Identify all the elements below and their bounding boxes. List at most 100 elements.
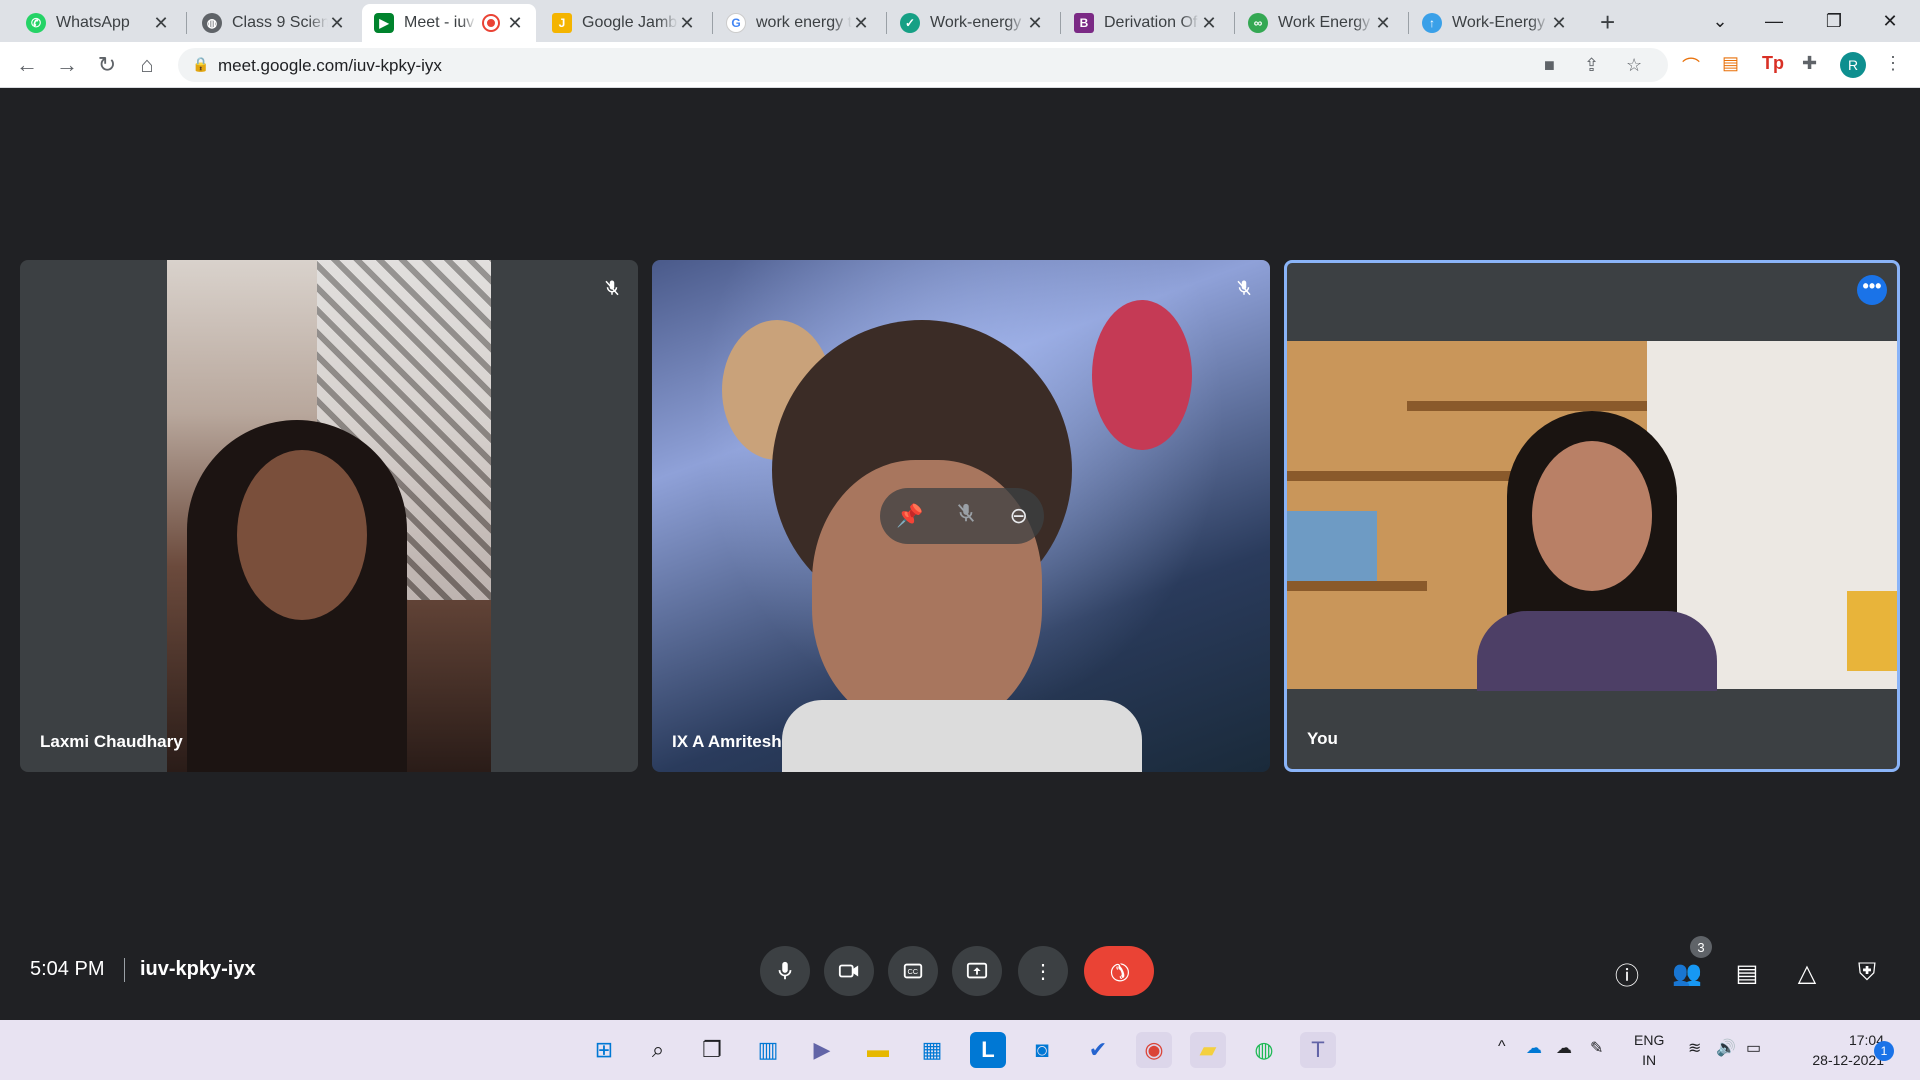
notification-badge[interactable]: 1 [1874,1041,1894,1061]
task-view-icon[interactable]: ❐ [694,1032,730,1068]
teams-chat-icon[interactable]: ▶ [804,1032,840,1068]
tab-work-energy-3[interactable]: ↑ Work-Energy ✕ [1410,4,1580,42]
restore-button[interactable]: ❐ [1806,0,1862,42]
more-options-button[interactable]: ⋮ [1018,946,1068,996]
battery-icon[interactable]: ▭ [1746,1038,1761,1058]
tab-separator [886,12,887,34]
close-icon[interactable]: ✕ [328,13,346,34]
participant-tile-amritesh[interactable]: 📌 ⊖ IX A Amritesh [652,260,1270,772]
camera-app-icon[interactable]: ◙ [1024,1032,1060,1068]
close-icon[interactable]: ✕ [678,13,696,34]
microsoft-teams-icon[interactable]: T [1300,1032,1336,1068]
back-button[interactable]: ← [12,50,42,80]
shirt-shape [782,700,1142,772]
sticky-notes-icon[interactable]: ▰ [1190,1032,1226,1068]
spotify-icon[interactable]: ◍ [1246,1032,1282,1068]
camera-button[interactable] [824,946,874,996]
file-explorer-icon[interactable]: ▬ [860,1032,896,1068]
todo-check-icon[interactable]: ✔ [1080,1032,1116,1068]
microsoft-store-icon[interactable]: ▦ [914,1032,950,1068]
end-call-button[interactable]: ✆ [1084,946,1154,996]
search-icon[interactable]: ⌕ [640,1032,676,1068]
mic-off-icon [1230,274,1258,302]
tab-work-energy-1[interactable]: ✓ Work-energy ✕ [888,4,1056,42]
mute-participant-icon[interactable] [955,502,977,530]
tab-title: Meet - iuv [404,14,475,31]
start-windows-icon[interactable]: ⊞ [586,1032,622,1068]
video-camera-icon [838,964,859,978]
recording-icon [484,16,498,30]
browser-menu-icon[interactable]: ⋮ [1884,53,1902,74]
camera-icon[interactable]: ■ [1544,55,1555,76]
minimize-button[interactable]: — [1746,0,1802,42]
lock-icon: 🔒 [192,56,210,72]
pen-input-icon[interactable]: ✎ [1590,1038,1603,1058]
new-tab-button[interactable]: + [1600,7,1615,38]
close-icon[interactable]: ✕ [506,13,524,34]
system-clock[interactable]: 17:04 28-12-2021 [1784,1030,1884,1070]
address-bar[interactable]: 🔒 meet.google.com/iuv-kpky-iyx ■ ⇪ ☆ [178,48,1668,82]
cloud-sync-icon[interactable]: ☁ [1556,1038,1572,1058]
close-icon[interactable]: ✕ [1374,13,1392,34]
present-icon [966,962,988,979]
meeting-details-button[interactable]: ⓘ [1610,956,1644,990]
close-icon[interactable]: ✕ [1550,13,1568,34]
tab-google-search[interactable]: G work energy tl ✕ [714,4,882,42]
region-code: IN [1642,1052,1657,1068]
mic-off-icon [598,274,626,302]
chat-icon: ▤ [1735,959,1759,987]
onedrive-cloud-icon[interactable]: ☁ [1526,1038,1542,1058]
participant-tile-you[interactable]: ••• You [1284,260,1900,772]
bookmark-star-icon[interactable]: ☆ [1626,55,1642,76]
microphone-button[interactable] [760,946,810,996]
participant-tile-laxmi[interactable]: Laxmi Chaudhary [20,260,638,772]
close-icon[interactable]: ✕ [852,13,870,34]
clock-time: 17:04 [1848,1032,1884,1048]
chrome-icon[interactable]: ◉ [1136,1032,1172,1068]
reload-button[interactable]: ↻ [92,50,122,80]
whatsapp-icon: ✆ [26,13,46,33]
extensions-puzzle-icon[interactable]: ✚ [1802,53,1817,74]
shield-check-icon: ✓ [900,13,920,33]
remove-participant-icon[interactable]: ⊖ [1010,503,1028,529]
volume-icon[interactable]: 🔊 [1716,1038,1736,1058]
share-icon[interactable]: ⇪ [1584,55,1599,76]
activities-button[interactable]: △ [1790,956,1824,990]
forward-button[interactable]: → [52,50,82,80]
chat-button[interactable]: ▤ [1730,956,1764,990]
captions-button[interactable]: CC [888,946,938,996]
show-hidden-icons-chevron-icon[interactable]: ^ [1498,1038,1506,1056]
tab-search-icon[interactable]: ⌄ [1692,0,1748,42]
shelf [1407,401,1647,411]
tab-work-energy-2[interactable]: ∞ Work Energy ✕ [1236,4,1404,42]
participant-video [167,260,491,772]
close-icon[interactable]: ✕ [1200,13,1218,34]
language-indicator[interactable]: ENG IN [1634,1030,1664,1070]
close-icon[interactable]: ✕ [152,13,170,34]
tab-title: Work-energy [930,14,1022,31]
extension-rainbow-icon[interactable]: ⌒ [1682,53,1700,79]
wifi-icon[interactable]: ≋ [1688,1038,1701,1058]
l-app-icon[interactable]: L [970,1032,1006,1068]
extension-tp-icon[interactable]: Tp [1762,53,1784,74]
extension-grid-icon[interactable]: ▤ [1722,53,1739,74]
tab-class9[interactable]: ◍ Class 9 Scienc ✕ [190,4,358,42]
tab-title: Derivation Of [1104,14,1198,31]
more-options-button[interactable]: ••• [1857,275,1887,305]
tab-derivation[interactable]: B Derivation Of ✕ [1062,4,1230,42]
robot-character-red [1092,300,1192,450]
framed-picture [1287,511,1377,581]
pin-icon[interactable]: 📌 [896,503,923,529]
close-icon[interactable]: ✕ [1026,13,1044,34]
window-close-button[interactable]: ✕ [1862,0,1918,42]
present-screen-button[interactable] [952,946,1002,996]
profile-avatar[interactable]: R [1840,52,1866,78]
tab-meet[interactable]: ▶ Meet - iuv ✕ [362,4,536,42]
people-button[interactable]: 👥 [1670,956,1704,990]
home-button[interactable]: ⌂ [132,50,162,80]
tab-jamboard[interactable]: J Google Jambo ✕ [540,4,708,42]
host-controls-button[interactable]: ⛨ [1850,956,1884,990]
microphone-icon [778,961,792,980]
widgets-icon[interactable]: ▥ [750,1032,786,1068]
tab-whatsapp[interactable]: ✆ WhatsApp ✕ [14,4,182,42]
